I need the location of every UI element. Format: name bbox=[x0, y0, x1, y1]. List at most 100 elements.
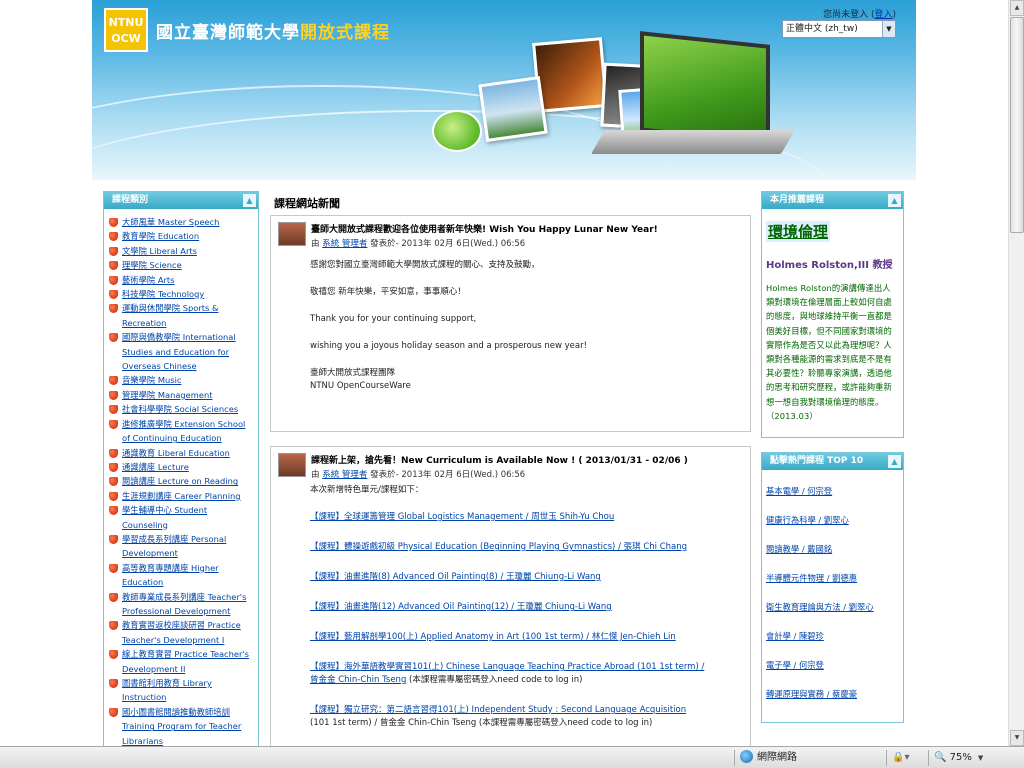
category-link[interactable]: 通識教育 Liberal Education bbox=[122, 448, 230, 458]
course-link[interactable]: 【課程】油畫進階(12) Advanced Oil Painting(12) /… bbox=[310, 602, 612, 612]
collapse-icon[interactable]: ▲ bbox=[888, 194, 901, 207]
category-link[interactable]: 通識講座 Lecture bbox=[122, 462, 189, 472]
top10-link[interactable]: 半導體元件物理 / 劉德惠 bbox=[766, 573, 857, 583]
course-link[interactable]: 【課程】海外華語教學實習101(上) Chinese Language Teac… bbox=[310, 662, 704, 672]
category-item[interactable]: 社會科學學院 Social Sciences bbox=[108, 402, 255, 416]
recycle-icon bbox=[432, 110, 482, 152]
scroll-up-icon[interactable]: ▲ bbox=[1010, 0, 1024, 16]
category-link[interactable]: 學生輔導中心 Student Counseling bbox=[122, 505, 207, 529]
author-avatar bbox=[278, 453, 306, 477]
category-link[interactable]: 管理學院 Management bbox=[122, 390, 212, 400]
category-item[interactable]: 高等教育專題講座 Higher Education bbox=[108, 561, 255, 590]
top10-link[interactable]: 健康行為科學 / 劉翠心 bbox=[766, 515, 849, 525]
category-link[interactable]: 科技學院 Technology bbox=[122, 289, 204, 299]
category-item[interactable]: 藝術學院 Arts bbox=[108, 273, 255, 287]
category-item[interactable]: 線上教育實習 Practice Teacher's Development II bbox=[108, 647, 255, 676]
category-link[interactable]: 國際與僑教學院 International Studies and Educat… bbox=[122, 332, 236, 371]
category-item[interactable]: 國際與僑教學院 International Studies and Educat… bbox=[108, 330, 255, 373]
category-item[interactable]: 科技學院 Technology bbox=[108, 287, 255, 301]
category-link[interactable]: 音樂學院 Music bbox=[122, 375, 181, 385]
category-link[interactable]: 藝術學院 Arts bbox=[122, 275, 175, 285]
top10-link[interactable]: 衛生教育理論與方法 / 劉翠心 bbox=[766, 602, 874, 612]
top10-link[interactable]: 轉運原理與實務 / 蔡慶豪 bbox=[766, 689, 857, 699]
category-item[interactable]: 閱讀講座 Lecture on Reading bbox=[108, 474, 255, 488]
scroll-down-icon[interactable]: ▼ bbox=[1010, 730, 1024, 746]
login-link[interactable]: 登入 bbox=[874, 10, 892, 20]
category-link[interactable]: 閱讀講座 Lecture on Reading bbox=[122, 476, 238, 486]
top10-link[interactable]: 基本電學 / 何宗登 bbox=[766, 486, 832, 496]
category-item[interactable]: 理學院 Science bbox=[108, 258, 255, 272]
top10-link[interactable]: 電子學 / 何宗登 bbox=[766, 660, 824, 670]
category-item[interactable]: 生涯規劃講座 Career Planning bbox=[108, 489, 255, 503]
post-line: 敬禧您 新年快樂，平安如意，事事順心！ bbox=[310, 287, 466, 297]
post-line: 感謝您對國立臺灣師範大學開放式課程的關心、支持及鼓勵， bbox=[310, 260, 540, 270]
category-bullet-icon bbox=[109, 563, 118, 573]
category-link[interactable]: 大師風華 Master Speech bbox=[122, 217, 219, 227]
course-link[interactable]: 【課程】藝用解剖學100(上) Applied Anatomy in Art (… bbox=[310, 632, 676, 642]
post-line: Thank you for your continuing support, bbox=[310, 314, 477, 324]
course-link[interactable]: 【課程】油畫進階(8) Advanced Oil Painting(8) / 王… bbox=[310, 572, 601, 582]
post-by: 由 bbox=[311, 239, 320, 249]
category-item[interactable]: 通識講座 Lecture bbox=[108, 460, 255, 474]
zoom-level: 75% bbox=[949, 752, 972, 763]
category-item[interactable]: 教育學院 Education bbox=[108, 229, 255, 243]
course-link[interactable]: 【課程】獨立研究：第二語言習得101(上) Independent Study … bbox=[310, 705, 686, 715]
course-link[interactable]: 【課程】全球運籌管理 Global Logistics Management /… bbox=[310, 512, 614, 522]
course-link[interactable]: 【課程】體操遊戲初級 Physical Education (Beginning… bbox=[310, 542, 687, 552]
category-item[interactable]: 文學院 Liberal Arts bbox=[108, 244, 255, 258]
category-bullet-icon bbox=[109, 390, 118, 400]
category-link[interactable]: 理學院 Science bbox=[122, 260, 182, 270]
chevron-down-icon[interactable]: ▼ bbox=[978, 754, 983, 762]
category-item[interactable]: 進修推廣學院 Extension School of Continuing Ed… bbox=[108, 417, 255, 446]
category-link[interactable]: 圖書館利用教育 Library Instruction bbox=[122, 678, 212, 702]
post-meta: 由 系統 管理者 發表於- 2013年 02月 6日(Wed.) 06:56 bbox=[311, 237, 744, 249]
security-zone[interactable]: 網際網路 bbox=[740, 750, 797, 766]
news-heading: 課程網站新聞 bbox=[274, 197, 340, 210]
category-item[interactable]: 學生輔導中心 Student Counseling bbox=[108, 503, 255, 532]
top10-link[interactable]: 會計學 / 陳碧珍 bbox=[766, 631, 824, 641]
category-item[interactable]: 通識教育 Liberal Education bbox=[108, 446, 255, 460]
zoom-control[interactable]: 🔍 75% ▼ bbox=[934, 750, 983, 766]
top10-item: 衛生教育理論與方法 / 劉翠心 bbox=[766, 600, 899, 614]
category-link[interactable]: 學習成長系列講座 Personal Development bbox=[122, 534, 226, 558]
site-news: 課程網站新聞 臺師大開放式課程歡迎各位使用者新年快樂! Wish You Hap… bbox=[270, 191, 751, 746]
category-link[interactable]: 文學院 Liberal Arts bbox=[122, 246, 197, 256]
category-link[interactable]: 進修推廣學院 Extension School of Continuing Ed… bbox=[122, 419, 245, 443]
category-item[interactable]: 國小圖書館閱讀推動教師培訓 Training Program for Teach… bbox=[108, 705, 255, 746]
category-link[interactable]: 國小圖書館閱讀推動教師培訓 Training Program for Teach… bbox=[122, 707, 241, 746]
category-item[interactable]: 音樂學院 Music bbox=[108, 373, 255, 387]
globe-icon bbox=[740, 750, 753, 763]
language-select[interactable]: 正體中文 (zh_tw) ▼ bbox=[782, 20, 896, 38]
category-bullet-icon bbox=[109, 448, 118, 458]
protected-mode-icon[interactable]: 🔒▾ bbox=[892, 750, 909, 766]
vertical-scrollbar[interactable]: ▲ ▼ bbox=[1008, 0, 1024, 746]
category-item[interactable]: 圖書館利用教育 Library Instruction bbox=[108, 676, 255, 705]
scroll-thumb[interactable] bbox=[1010, 17, 1024, 233]
category-link[interactable]: 運動與休閒學院 Sports & Recreation bbox=[122, 303, 218, 327]
category-link[interactable]: 線上教育實習 Practice Teacher's Development II bbox=[122, 649, 249, 673]
category-item[interactable]: 運動與休閒學院 Sports & Recreation bbox=[108, 301, 255, 330]
post-author-link[interactable]: 系統 管理者 bbox=[322, 470, 367, 480]
category-link[interactable]: 社會科學學院 Social Sciences bbox=[122, 404, 238, 414]
chevron-down-icon[interactable]: ▼ bbox=[882, 21, 895, 37]
category-item[interactable]: 學習成長系列講座 Personal Development bbox=[108, 532, 255, 561]
top10-link[interactable]: 閱讀教學 / 戴國銘 bbox=[766, 544, 832, 554]
status-divider bbox=[928, 750, 929, 766]
instructor-link[interactable]: 曾金金 Chin-Chin Tseng bbox=[310, 675, 406, 685]
category-item[interactable]: 教師專業成長系列講座 Teacher's Professional Develo… bbox=[108, 590, 255, 619]
featured-course-title[interactable]: 環境倫理 bbox=[766, 221, 831, 242]
collapse-icon[interactable]: ▲ bbox=[888, 455, 901, 469]
category-link[interactable]: 生涯規劃講座 Career Planning bbox=[122, 491, 241, 501]
category-link[interactable]: 教育學院 Education bbox=[122, 231, 199, 241]
category-item[interactable]: 大師風華 Master Speech bbox=[108, 215, 255, 229]
category-item[interactable]: 教育實習返校座談研習 Practice Teacher's Developmen… bbox=[108, 618, 255, 647]
collapse-icon[interactable]: ▲ bbox=[243, 194, 256, 207]
logo-line2: OCW bbox=[111, 32, 141, 45]
category-link[interactable]: 教師專業成長系列講座 Teacher's Professional Develo… bbox=[122, 592, 246, 616]
category-link[interactable]: 教育實習返校座談研習 Practice Teacher's Developmen… bbox=[122, 620, 241, 644]
post-author-link[interactable]: 系統 管理者 bbox=[322, 239, 367, 249]
category-item[interactable]: 管理學院 Management bbox=[108, 388, 255, 402]
ntnu-ocw-logo[interactable]: NTNU OCW bbox=[104, 8, 148, 52]
category-link[interactable]: 高等教育專題講座 Higher Education bbox=[122, 563, 219, 587]
news-post: 課程新上架，搶先看！New Curriculum is Available No… bbox=[270, 446, 751, 746]
